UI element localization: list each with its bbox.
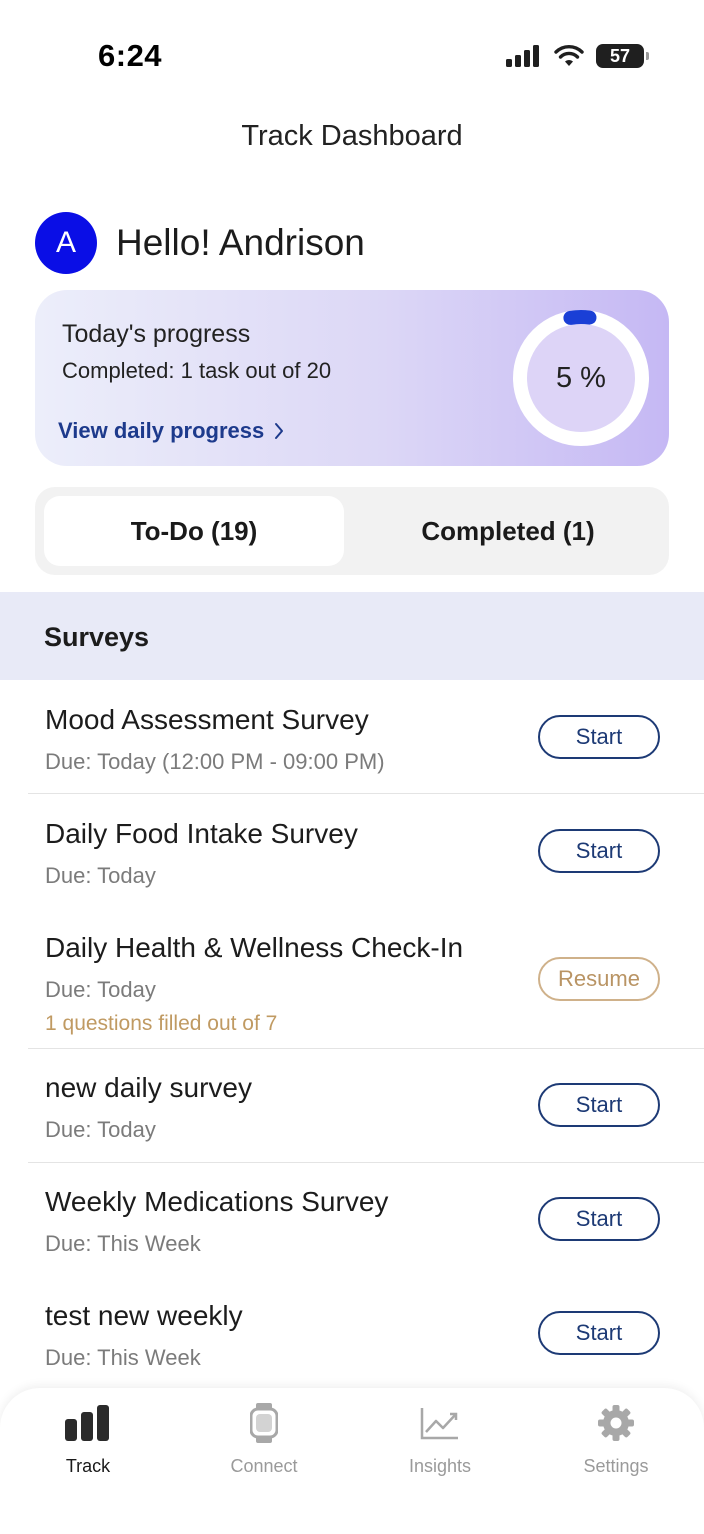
survey-row[interactable]: test new weekly Due: This Week Start — [28, 1277, 704, 1388]
tab-label: Connect — [230, 1456, 298, 1476]
view-daily-progress-label: View daily progress — [58, 418, 265, 443]
tab-insights[interactable]: Insights — [380, 1400, 500, 1477]
survey-name: Daily Food Intake Survey — [45, 818, 358, 849]
tab-settings[interactable]: Settings — [556, 1400, 676, 1477]
progress-card: Today's progress Completed: 1 task out o… — [35, 290, 669, 466]
survey-due: Due: Today — [45, 977, 156, 1002]
status-bar: 6:24 57 — [0, 0, 704, 110]
tab-track[interactable]: Track — [28, 1400, 148, 1477]
greeting-text: Hello! Andrison — [116, 222, 365, 263]
progress-completed-text: Completed: 1 task out of 20 — [62, 358, 332, 383]
start-button[interactable]: Start — [538, 1083, 660, 1127]
survey-row[interactable]: Weekly Medications Survey Due: This Week… — [28, 1163, 704, 1277]
section-title: Surveys — [44, 622, 150, 652]
tab-completed[interactable]: Completed (1) — [355, 496, 661, 566]
watch-icon — [241, 1400, 287, 1446]
survey-name: Mood Assessment Survey — [45, 704, 369, 735]
survey-progress-note: 1 questions filled out of 7 — [45, 1012, 278, 1035]
survey-name: Daily Health & Wellness Check-In — [45, 932, 464, 963]
start-button[interactable]: Start — [538, 1311, 660, 1355]
cellular-signal-icon — [506, 45, 539, 67]
survey-name: new daily survey — [45, 1072, 252, 1103]
start-button[interactable]: Start — [538, 1197, 660, 1241]
avatar[interactable]: A — [35, 212, 97, 274]
progress-percent: 5 % — [556, 361, 606, 394]
survey-due: Due: Today (12:00 PM - 09:00 PM) — [45, 749, 385, 774]
gear-icon — [593, 1400, 639, 1446]
survey-due: Due: This Week — [45, 1345, 201, 1370]
start-button[interactable]: Start — [538, 715, 660, 759]
battery-icon: 57 — [596, 44, 649, 68]
progress-title: Today's progress — [62, 320, 251, 348]
tab-label: Track — [65, 1456, 111, 1476]
bar-chart-icon — [65, 1400, 111, 1446]
status-icons: 57 — [506, 44, 649, 68]
survey-row[interactable]: new daily survey Due: Today Start — [28, 1049, 704, 1163]
start-button[interactable]: Start — [538, 829, 660, 873]
tab-connect[interactable]: Connect — [204, 1400, 324, 1477]
survey-name: Weekly Medications Survey — [45, 1186, 389, 1217]
survey-row[interactable]: Mood Assessment Survey Due: Today (12:00… — [28, 680, 704, 794]
tab-label: Settings — [583, 1456, 649, 1476]
resume-button[interactable]: Resume — [538, 957, 660, 1001]
page-title: Track Dashboard — [241, 120, 463, 152]
task-segmented-control: To-Do (19) Completed (1) — [35, 487, 669, 575]
tab-todo[interactable]: To-Do (19) — [44, 496, 344, 566]
bottom-tab-bar: Track Connect Insights Settings — [0, 1388, 704, 1534]
survey-due: Due: Today — [45, 1117, 156, 1142]
section-header-surveys: Surveys — [0, 592, 704, 680]
chevron-right-icon — [275, 423, 284, 439]
status-time: 6:24 — [98, 38, 163, 73]
survey-row[interactable]: Daily Food Intake Survey Due: Today Star… — [28, 794, 704, 908]
view-daily-progress-link[interactable]: View daily progress — [58, 418, 284, 444]
wifi-icon — [554, 45, 584, 66]
survey-due: Due: This Week — [45, 1231, 201, 1256]
survey-name: test new weekly — [45, 1300, 243, 1331]
greeting: A Hello! Andrison — [35, 212, 365, 274]
tab-label: Insights — [408, 1456, 472, 1476]
survey-row[interactable]: Daily Health & Wellness Check-In Due: To… — [28, 908, 704, 1049]
trend-line-icon — [417, 1400, 463, 1446]
survey-due: Due: Today — [45, 863, 156, 888]
